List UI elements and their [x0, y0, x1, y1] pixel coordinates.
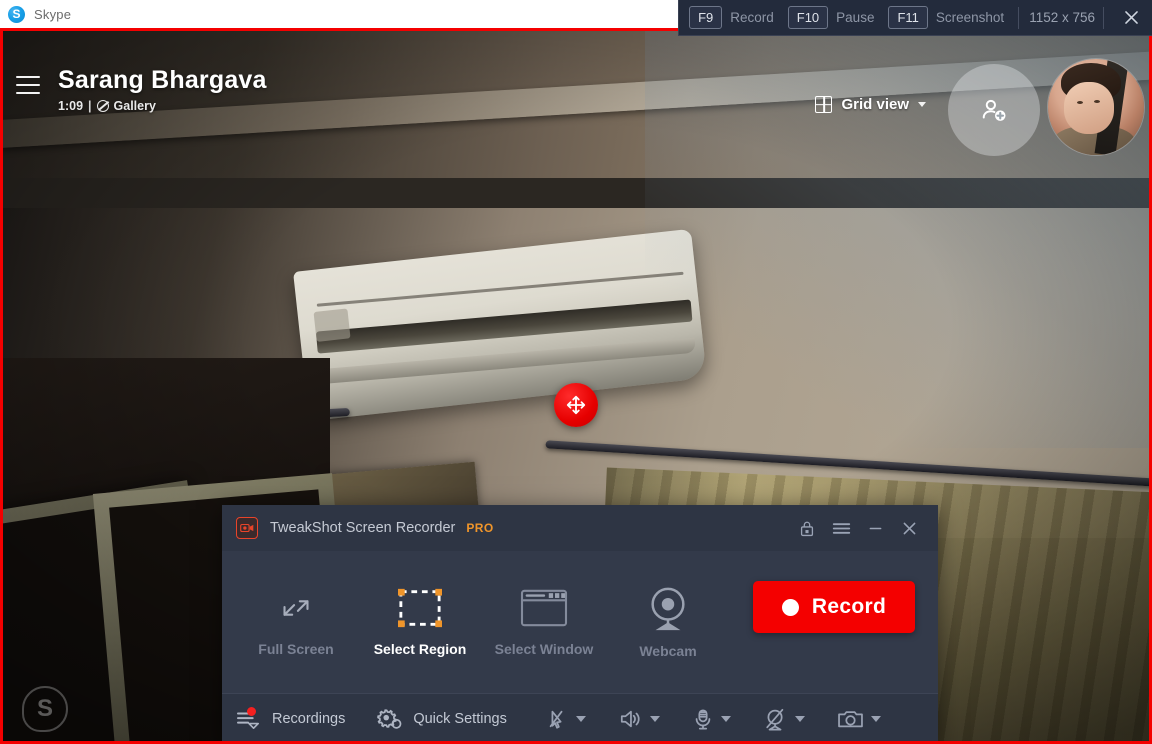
contact-name: Sarang Bhargava	[58, 66, 267, 94]
add-person-button[interactable]	[948, 64, 1040, 156]
recorder-titlebar: TweakShot Screen Recorder PRO	[222, 505, 938, 551]
chevron-down-icon[interactable]	[918, 102, 926, 107]
separator: |	[88, 99, 92, 113]
mode-select-window[interactable]: Select Window	[482, 586, 606, 659]
close-icon[interactable]	[892, 511, 926, 545]
cursor-effects-button[interactable]	[545, 708, 586, 730]
recorder-title: TweakShot Screen Recorder	[270, 520, 456, 536]
camera-button[interactable]	[837, 708, 881, 730]
recordings-icon	[236, 707, 262, 730]
divider	[1018, 6, 1020, 29]
gear-icon	[375, 707, 403, 731]
recorder-toolbar: Recordings Quick Settings	[222, 694, 938, 744]
mode-full-screen[interactable]: Full Screen	[234, 586, 358, 659]
quick-settings-button[interactable]: Quick Settings	[375, 707, 507, 731]
chevron-down-icon[interactable]	[720, 716, 731, 722]
screenshot-hotkey[interactable]: F11	[888, 5, 928, 30]
menu-icon[interactable]	[824, 511, 858, 545]
chevron-down-icon[interactable]	[870, 716, 881, 722]
record-button[interactable]: Record	[753, 581, 915, 633]
grid-view-label: Grid view	[841, 96, 909, 113]
camera-icon	[838, 711, 863, 728]
screen-root: S Sarang Bhargava 1:09 | Gallery Grid vi…	[0, 0, 1152, 744]
no-gallery-icon	[96, 100, 109, 112]
grid-icon	[815, 96, 833, 113]
tweakshot-recorder-icon	[236, 517, 258, 539]
record-dot-icon	[781, 598, 799, 616]
recordings-button[interactable]: Recordings	[236, 707, 346, 730]
webcam-toggle-button[interactable]	[763, 708, 805, 731]
pause-hotkey-label: Pause	[836, 10, 875, 25]
recorder-modes: Full Screen Select Region Select Window …	[222, 551, 938, 694]
divider	[1103, 6, 1104, 29]
speaker-icon	[620, 710, 640, 728]
record-hotkey-label: Record	[730, 10, 774, 25]
pro-badge: PRO	[466, 521, 494, 535]
hotkey-toolbar: F9 Record F10 Pause F11 Screenshot 1152 …	[678, 0, 1152, 36]
cursor-effects-icon	[549, 710, 563, 729]
capture-dimensions: 1152 x 756	[1029, 10, 1095, 25]
call-header: Sarang Bhargava 1:09 | Gallery Grid view	[0, 28, 1152, 156]
record-button-label: Record	[811, 595, 887, 618]
skype-watermark-icon: S	[22, 686, 68, 732]
chevron-down-icon[interactable]	[649, 716, 660, 722]
chevron-down-icon[interactable]	[575, 716, 586, 722]
lock-icon[interactable]	[790, 511, 824, 545]
select-window-icon	[520, 589, 568, 626]
minimize-icon[interactable]	[858, 511, 892, 545]
move-handle-icon[interactable]	[554, 383, 598, 427]
call-status: 1:09 | Gallery	[58, 99, 156, 113]
tweakshot-recorder-panel: TweakShot Screen Recorder PRO Full Scree…	[222, 505, 938, 744]
quick-settings-label: Quick Settings	[413, 711, 507, 727]
close-icon[interactable]	[1114, 1, 1148, 35]
gallery-label: Gallery	[113, 99, 156, 113]
avatar[interactable]	[1048, 59, 1144, 155]
microphone-icon	[695, 708, 711, 730]
speaker-button[interactable]	[618, 708, 660, 730]
grid-view-button[interactable]: Grid view	[815, 96, 926, 113]
screenshot-hotkey-label: Screenshot	[935, 10, 1005, 25]
mode-label: Select Region	[373, 640, 467, 657]
mode-webcam[interactable]: Webcam	[606, 586, 730, 659]
add-person-icon	[982, 99, 1006, 121]
webcam-off-icon	[766, 708, 784, 730]
select-region-icon	[398, 588, 442, 627]
mode-label: Webcam	[639, 642, 697, 659]
webcam-icon	[651, 587, 685, 630]
call-duration: 1:09	[58, 99, 84, 113]
mode-label: Select Window	[494, 640, 594, 657]
mode-select-region[interactable]: Select Region	[358, 586, 482, 659]
full-screen-icon	[283, 599, 309, 616]
notification-dot	[247, 707, 256, 716]
window-title: Skype	[34, 6, 72, 22]
recordings-label: Recordings	[272, 711, 346, 727]
mode-label: Full Screen	[258, 640, 334, 657]
skype-logo-icon: S	[8, 5, 25, 23]
microphone-button[interactable]	[692, 708, 731, 731]
record-hotkey[interactable]: F9	[689, 5, 723, 30]
hamburger-menu-icon[interactable]	[16, 76, 40, 94]
pause-hotkey[interactable]: F10	[787, 5, 829, 30]
chevron-down-icon[interactable]	[794, 716, 805, 722]
